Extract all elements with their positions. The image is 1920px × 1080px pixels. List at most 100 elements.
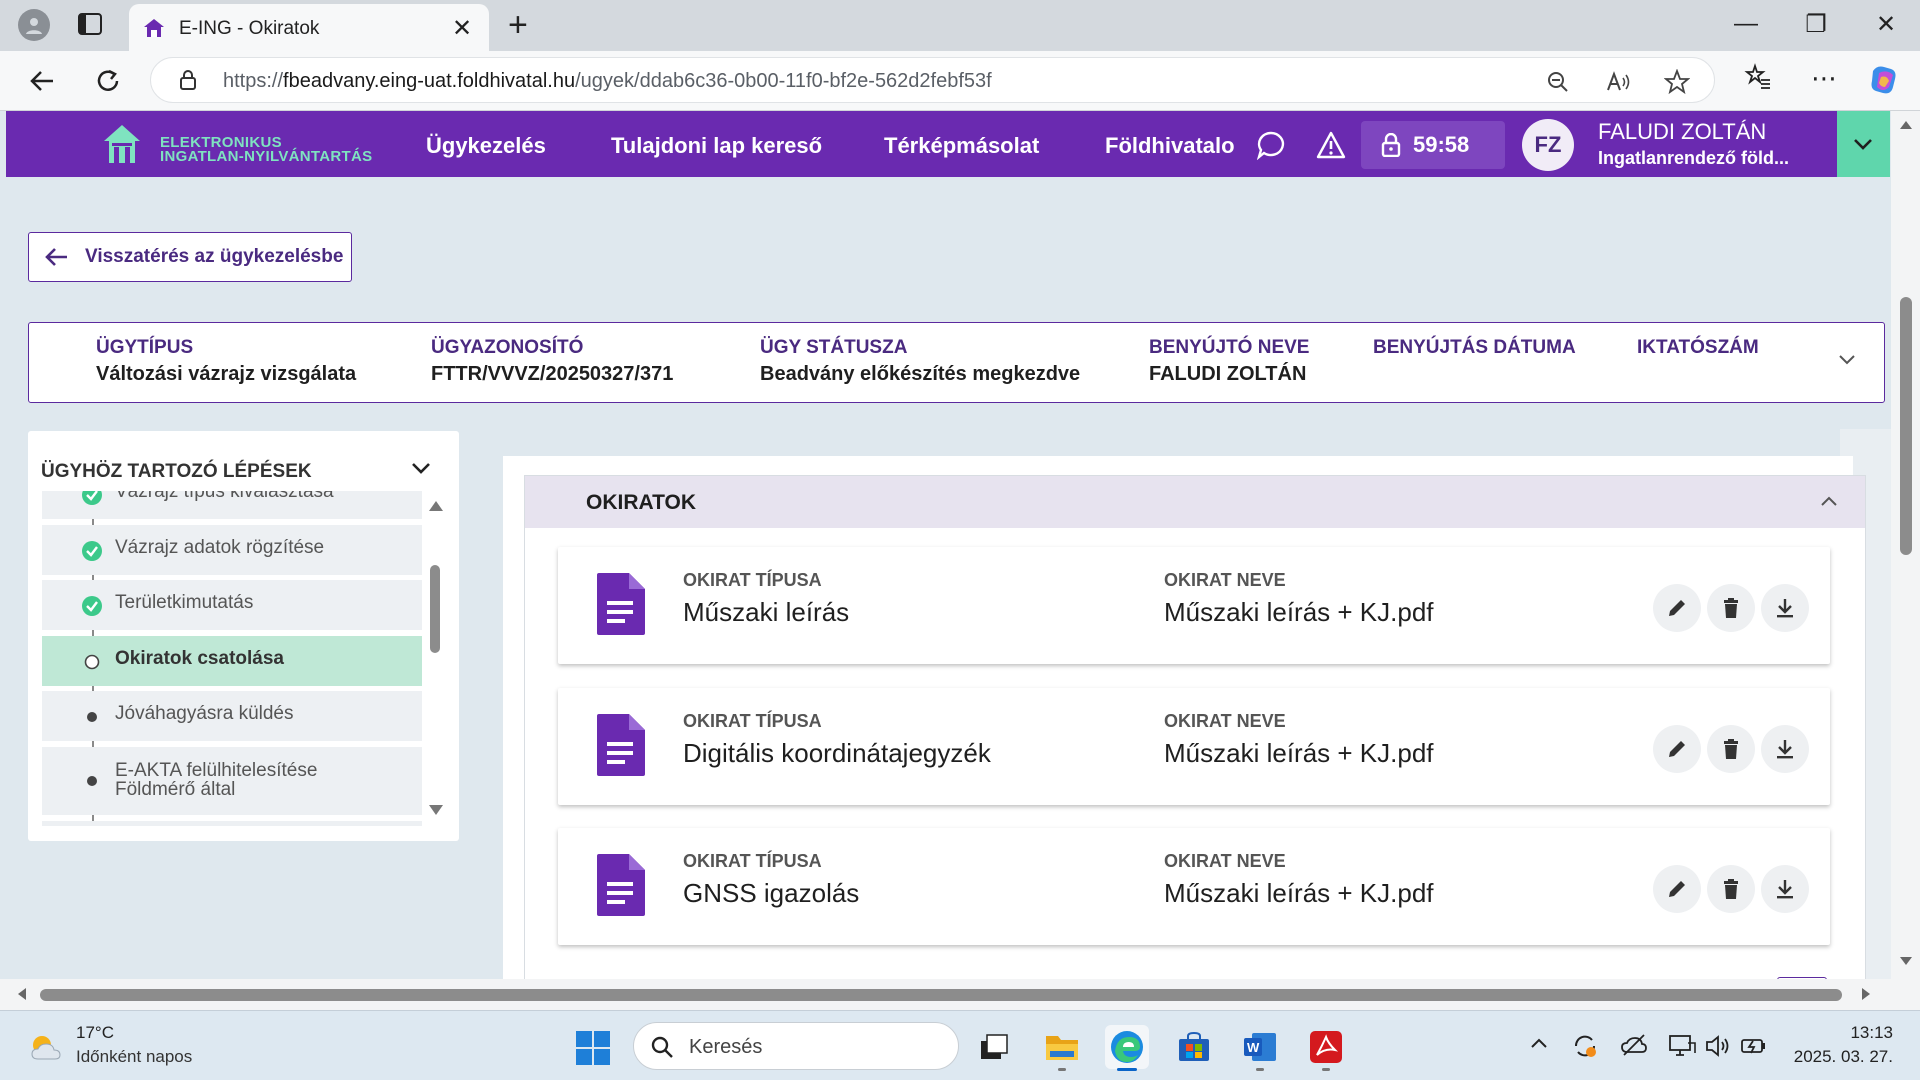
read-aloud-icon[interactable] [1604,68,1632,96]
back-to-case-management-button[interactable]: Visszatérés az ügykezelésbe [28,232,352,282]
page-horizontal-scrollbar[interactable] [0,979,1891,1010]
browser-tab[interactable]: E-ING - Okiratok ✕ [129,4,489,51]
logo-text[interactable]: ELEKTRONIKUS INGATLAN-NYILVÁNTARTÁS [160,135,372,164]
step-item[interactable] [42,821,422,826]
scroll-up-arrow-icon[interactable] [429,501,443,511]
edit-document-button[interactable] [1653,725,1701,773]
word-app[interactable]: W [1238,1025,1282,1071]
volume-icon[interactable] [1704,1033,1730,1059]
user-menu-toggle[interactable] [1837,111,1890,177]
case-steps-panel: ÜGYHÖZ TARTOZÓ LÉPÉSEK Vázrajz típus kiv… [28,431,459,841]
scroll-up-arrow-icon[interactable] [1900,121,1912,129]
pencil-icon [1669,741,1685,757]
scroll-right-arrow-icon[interactable] [1862,988,1870,1000]
menu-terkepmasolat[interactable]: Térképmásolat [884,133,1039,159]
step-item[interactable]: Jóváhagyásra küldés [42,691,422,741]
scroll-left-arrow-icon[interactable] [18,988,26,1000]
page-vertical-scrollbar[interactable] [1891,111,1920,1010]
download-icon [1777,880,1793,899]
menu-foldhivatalok[interactable]: Földhivatalo [1105,133,1237,159]
windows-taskbar: 17°C Időnként napos Keresés W 13:13 2025… [0,1010,1920,1080]
steps-collapse-chevron-icon[interactable] [410,459,432,477]
taskbar-search[interactable]: Keresés [633,1022,959,1070]
download-document-button[interactable] [1761,865,1809,913]
scroll-down-arrow-icon[interactable] [429,805,443,815]
url-text[interactable]: https://fbeadvany.eing-uat.foldhivatal.h… [223,70,992,93]
step-item[interactable]: Vázrajz adatok rögzítése [42,525,422,575]
back-button-label: Visszatérés az ügykezelésbe [85,246,344,267]
user-name[interactable]: FALUDI ZOLTÁN [1598,119,1766,145]
clock-date[interactable]: 2025. 03. 27. [1790,1047,1893,1067]
minimize-button[interactable]: — [1726,10,1766,38]
new-tab-button[interactable]: + [508,6,528,45]
tab-actions-icon[interactable] [78,13,102,35]
network-display-icon[interactable] [1668,1033,1696,1059]
zoom-out-icon[interactable] [1544,68,1572,96]
url-bar[interactable]: https://fbeadvany.eing-uat.foldhivatal.h… [150,57,1715,103]
warning-icon[interactable] [1316,130,1346,160]
step-label: Jóváhagyásra küldés [115,703,294,724]
favorite-star-icon[interactable] [1663,68,1691,96]
chevron-down-icon [1854,139,1872,150]
step-item[interactable]: Területkimutatás [42,580,422,630]
check-circle-icon [82,541,102,561]
restore-button[interactable]: ❐ [1796,10,1836,39]
download-document-button[interactable] [1761,584,1809,632]
step-item[interactable]: Vázrajz típus kiválasztása [42,491,422,519]
document-name-value: Műszaki leírás + KJ.pdf [1164,738,1434,768]
delete-document-button[interactable] [1707,865,1755,913]
sync-icon[interactable] [1572,1033,1598,1059]
scroll-thumb[interactable] [40,989,1842,1001]
close-window-button[interactable]: ✕ [1866,10,1906,39]
microsoft-store-app[interactable] [1172,1025,1216,1069]
expand-case-chevron-icon[interactable] [1838,353,1856,367]
edge-browser-app[interactable] [1105,1025,1149,1071]
download-document-button[interactable] [1761,725,1809,773]
windows-start-icon[interactable] [575,1030,611,1066]
clock-time[interactable]: 13:13 [1843,1023,1893,1043]
step-item[interactable]: E-AKTA felülhitelesítése Földmérő által [42,747,422,815]
lock-icon[interactable] [179,70,197,90]
case-id-label: ÜGYAZONOSÍTÓ [431,337,584,358]
edit-document-button[interactable] [1653,584,1701,632]
acrobat-app[interactable] [1304,1025,1348,1071]
menu-ugykezeles[interactable]: Ügykezelés [426,133,546,159]
copilot-icon[interactable] [1866,63,1902,99]
more-options-icon[interactable]: ⋯ [1806,63,1842,99]
task-view-app[interactable] [972,1025,1016,1069]
step-item-current[interactable]: Okiratok csatolása [42,636,422,686]
battery-charging-icon[interactable] [1740,1033,1766,1059]
eing-logo-icon[interactable] [102,123,142,165]
user-avatar[interactable]: FZ [1522,119,1574,171]
tab-close-icon[interactable]: ✕ [449,14,475,43]
current-step-ring-icon [84,654,100,670]
chevron-up-icon[interactable] [1820,494,1838,508]
trash-icon [1724,598,1738,618]
menu-tulajdoni-lap-kereso[interactable]: Tulajdoni lap kereső [611,133,822,159]
scroll-thumb[interactable] [430,565,440,653]
step-label: Vázrajz adatok rögzítése [115,537,325,558]
weather-temperature[interactable]: 17°C [76,1023,114,1043]
edit-document-button[interactable] [1653,865,1701,913]
scroll-thumb[interactable] [1900,297,1912,555]
refresh-icon[interactable] [88,61,128,101]
steps-scrollbar[interactable] [426,495,444,825]
weather-partly-sunny-icon[interactable] [28,1031,64,1063]
profile-icon[interactable] [18,9,50,41]
show-hidden-icons-chevron-icon[interactable] [1526,1033,1552,1059]
user-organization[interactable]: Ingatlanrendező föld... [1598,148,1789,169]
tab-title: E-ING - Okiratok [179,18,320,39]
favorites-icon[interactable] [1740,63,1776,99]
scroll-down-arrow-icon[interactable] [1900,957,1912,965]
delete-document-button[interactable] [1707,584,1755,632]
documents-section: OKIRATOK OKIRAT TÍPUSA Műszaki leírás OK… [524,475,1866,995]
running-indicator [1256,1068,1264,1071]
chat-bubble-icon[interactable] [1256,130,1286,160]
weather-description[interactable]: Időnként napos [76,1047,192,1067]
back-arrow-icon[interactable] [22,61,62,101]
delete-document-button[interactable] [1707,725,1755,773]
documents-header[interactable]: OKIRATOK [525,476,1865,528]
onedrive-cloud-icon[interactable] [1620,1033,1647,1059]
file-explorer-app[interactable] [1040,1025,1084,1071]
address-bar-row: https://fbeadvany.eing-uat.foldhivatal.h… [0,51,1920,111]
